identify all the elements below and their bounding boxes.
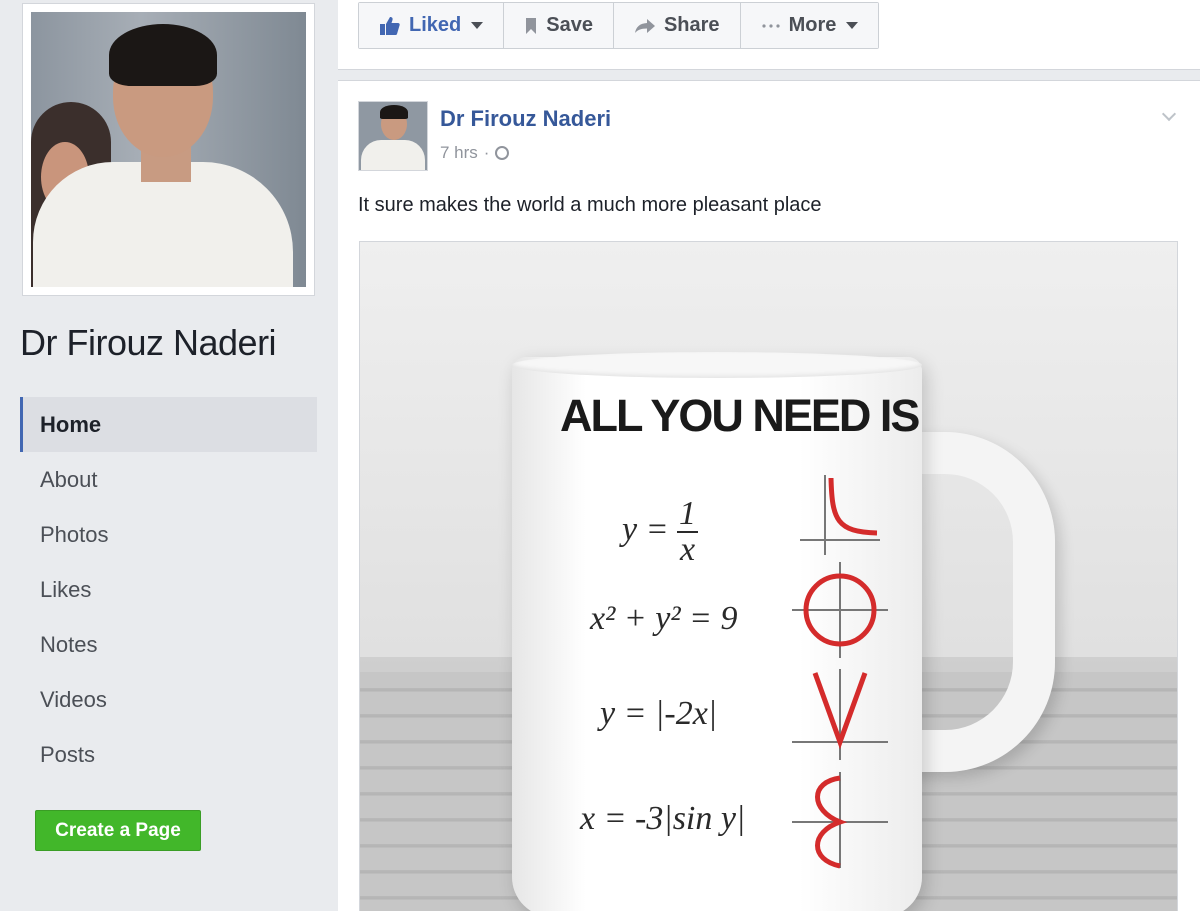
equation-1: y = 1x [622,495,699,568]
post-meta: 7 hrs · [440,143,510,163]
globe-icon [495,146,510,160]
share-label: Share [663,14,720,36]
graph-l-hyperbola [800,475,880,555]
liked-button[interactable]: Liked [359,3,505,48]
save-label: Save [546,14,593,36]
profile-picture-frame[interactable] [22,3,315,296]
post-card: Dr Firouz Naderi 7 hrs · It sure makes t… [338,80,1200,911]
share-arrow-icon [634,18,655,33]
chevron-down-icon [471,22,484,29]
equation-3: y = |-2x| [600,695,718,732]
mug-title: ALL YOU NEED IS [560,390,920,441]
post-image[interactable]: ALL YOU NEED IS y = 1x x² + y² = 9 y = |… [359,241,1178,911]
more-button[interactable]: More [740,3,879,48]
equation-4: x = -3|sin y| [580,800,746,837]
more-label: More [788,14,837,36]
ellipsis-icon [761,23,780,28]
post-text: It sure makes the world a much more plea… [358,194,822,216]
post-timestamp[interactable]: 7 hrs [440,143,478,163]
post-author-avatar[interactable] [358,101,428,171]
mug-handle [905,432,1055,772]
profile-picture[interactable] [31,12,306,287]
meta-separator: · [483,143,490,162]
graph-v-absolute [792,669,888,760]
post-author-link[interactable]: Dr Firouz Naderi [440,106,611,132]
nav-item-likes[interactable]: Likes [20,562,317,617]
nav-item-videos[interactable]: Videos [20,672,317,727]
chevron-down-icon [846,22,859,29]
share-button[interactable]: Share [613,3,741,48]
post-options-chevron-icon[interactable] [1162,109,1178,125]
page-action-card: Liked Save Share More [338,0,1200,70]
nav-item-notes[interactable]: Notes [20,617,317,672]
nav-item-photos[interactable]: Photos [20,507,317,562]
save-button[interactable]: Save [504,3,614,48]
page-title: Dr Firouz Naderi [20,322,277,363]
nav-item-home[interactable]: Home [20,397,317,452]
create-page-button[interactable]: Create a Page [35,810,201,851]
graph-e-sine [792,772,888,869]
nav-item-posts[interactable]: Posts [20,727,317,782]
equation-2: x² + y² = 9 [590,600,738,637]
bookmark-icon [526,17,537,34]
graph-o-circle [792,562,888,658]
page-action-bar: Liked Save Share More [358,2,880,49]
liked-label: Liked [409,14,462,36]
thumbs-up-icon [380,16,400,35]
page-nav: Home About Photos Likes Notes Videos Pos… [20,397,317,782]
nav-item-about[interactable]: About [20,452,317,507]
